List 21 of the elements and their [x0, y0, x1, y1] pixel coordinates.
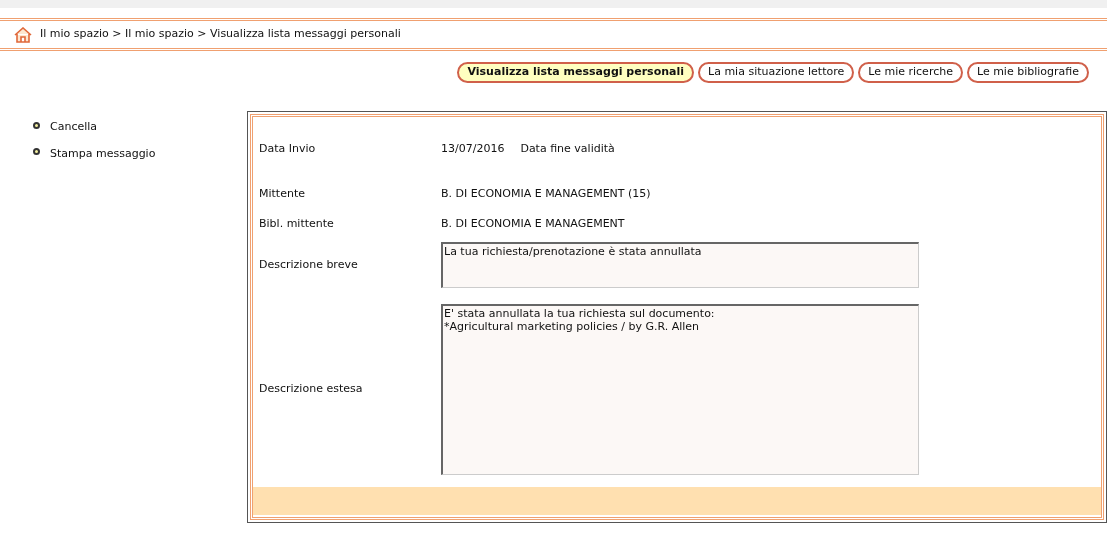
field-label: Data fine validità [520, 140, 615, 157]
text-area[interactable]: La tua richiesta/prenotazione è stata annullata [441, 242, 919, 288]
home-icon[interactable] [14, 26, 32, 43]
field-label: Descrizione breve [259, 256, 359, 273]
breadcrumb: Il mio spazio > Il mio spazio > Visualizza lista messaggi personali [40, 26, 401, 43]
tab[interactable]: Visualizza lista messaggi personali [457, 62, 695, 83]
text-area[interactable]: E' stata annullata la tua richiesta sul documento: *Agricultural marketing policies / by G.R. Allen [441, 304, 919, 475]
field-value: 13/07/2016 [441, 140, 505, 157]
bullet-icon [33, 148, 40, 156]
tab[interactable]: Le mie bibliografie [966, 62, 1089, 83]
field-label: Data Invio [259, 140, 317, 157]
field-value: B. DI ECONOMIA E MANAGEMENT [441, 215, 625, 232]
menu-link[interactable]: Stampa messaggio [50, 145, 156, 162]
menu-link[interactable]: Cancella [50, 119, 98, 136]
tab[interactable]: Le mie ricerche [858, 62, 963, 83]
field-label: Mittente [259, 185, 306, 202]
field-label: Descrizione estesa [259, 381, 364, 398]
field-label: Bibl. mittente [259, 215, 335, 232]
tab[interactable]: La mia situazione lettore [698, 62, 855, 83]
field-value: B. DI ECONOMIA E MANAGEMENT (15) [441, 185, 651, 202]
bullet-icon [33, 121, 40, 129]
